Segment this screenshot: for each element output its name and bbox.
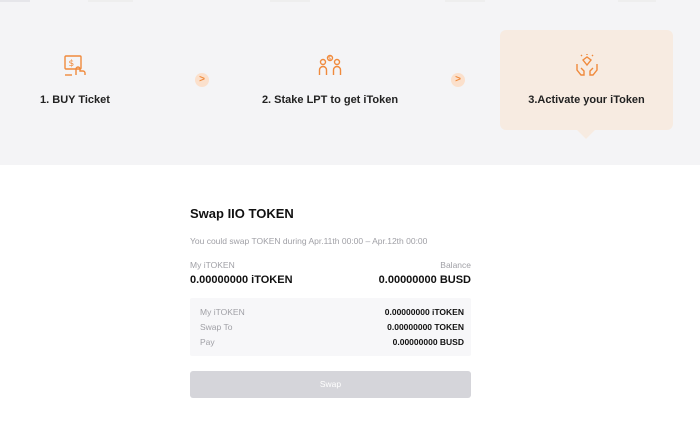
my-itoken-value: 0.00000000 iTOKEN — [190, 274, 293, 286]
summary-value: 0.00000000 BUSD — [392, 337, 464, 347]
swap-summary: My iTOKEN 0.00000000 iTOKEN Swap To 0.00… — [190, 298, 471, 356]
balance-label: Balance — [440, 260, 471, 270]
chevron-right-icon: > — [195, 73, 209, 87]
step-label: 1. BUY Ticket — [40, 94, 110, 106]
step-label: 2. Stake LPT to get iToken — [261, 94, 399, 106]
activate-hands-icon — [575, 54, 598, 76]
step-activate-itoken: 3.Activate your iToken — [500, 30, 673, 130]
step-label: 3.Activate your iToken — [528, 94, 645, 106]
summary-row-pay: Pay 0.00000000 BUSD — [200, 337, 464, 351]
summary-label: Pay — [200, 337, 215, 347]
top-border — [0, 0, 700, 2]
summary-value: 0.00000000 TOKEN — [387, 322, 464, 332]
swap-title: Swap IIO TOKEN — [190, 206, 294, 221]
my-itoken-label: My iTOKEN — [190, 260, 235, 270]
summary-value: 0.00000000 iTOKEN — [384, 307, 464, 317]
active-step-pointer — [577, 130, 595, 139]
steps-banner: $ 1. BUY Ticket > $ 2. Stake LPT to get … — [0, 0, 700, 165]
summary-row-my-itoken: My iTOKEN 0.00000000 iTOKEN — [200, 307, 464, 321]
ticket-hand-icon: $ — [64, 55, 86, 76]
svg-text:$: $ — [328, 56, 331, 62]
summary-label: My iTOKEN — [200, 307, 245, 317]
step-stake-lpt: $ 2. Stake LPT to get iToken — [245, 30, 415, 130]
svg-text:$: $ — [69, 59, 75, 69]
swap-button[interactable]: Swap — [190, 371, 471, 398]
summary-label: Swap To — [200, 322, 233, 332]
balance-value: 0.00000000 BUSD — [378, 274, 471, 286]
summary-row-swap-to: Swap To 0.00000000 TOKEN — [200, 322, 464, 336]
swap-period-hint: You could swap TOKEN during Apr.11th 00:… — [190, 236, 428, 246]
step-buy-ticket: $ 1. BUY Ticket — [20, 30, 130, 130]
stake-people-icon: $ — [318, 54, 342, 75]
chevron-right-icon: > — [451, 73, 465, 87]
